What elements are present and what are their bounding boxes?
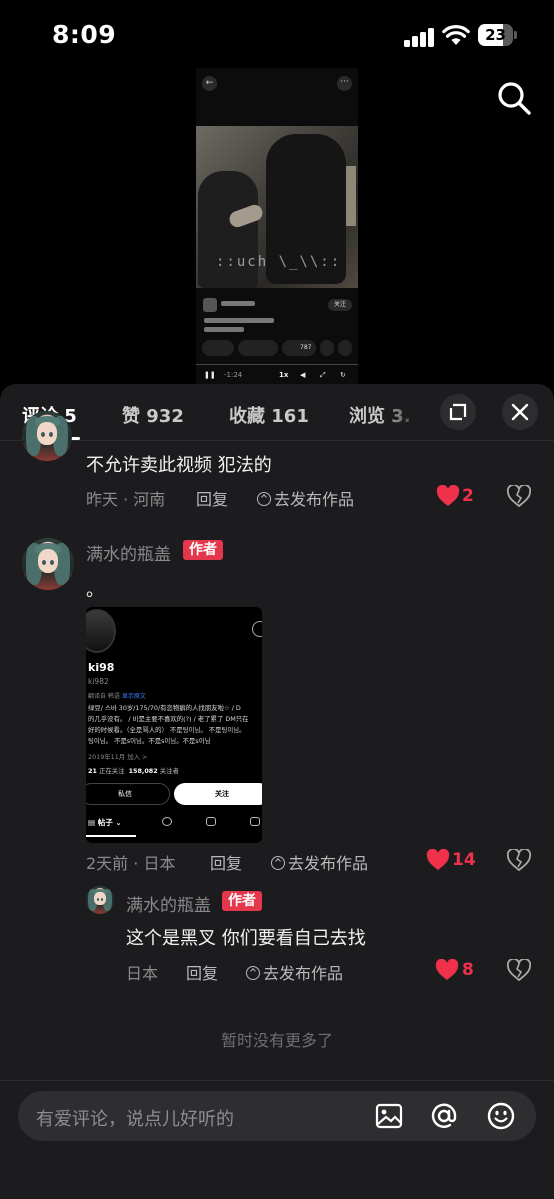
dislike-icon[interactable] bbox=[507, 849, 531, 871]
comment-avatar[interactable] bbox=[22, 538, 74, 590]
bio-line: 的几乎没有。 / 비是主要不喜欢的(?) / 老了累了 DM只在 bbox=[88, 715, 249, 723]
pause-icon[interactable]: ❚❚ bbox=[204, 371, 216, 379]
bio-line: 绿豆/ 스바 30岁/175/70/有恋物癖的人找朋友啦☆ / D bbox=[88, 704, 241, 712]
search-icon[interactable] bbox=[496, 80, 532, 116]
comment-text: 不允许卖此视频 犯法的 bbox=[86, 455, 272, 476]
heart-icon[interactable] bbox=[436, 485, 460, 507]
emoji-icon[interactable] bbox=[486, 1101, 516, 1131]
video-author-avatar bbox=[203, 298, 217, 312]
speed-button[interactable]: 1x bbox=[279, 371, 288, 379]
more-icon[interactable]: ··· bbox=[337, 76, 352, 91]
media-tab-icon bbox=[250, 817, 260, 826]
tab-favorites[interactable]: 收藏 161 bbox=[229, 402, 309, 428]
publish-button[interactable]: 去发布作品 bbox=[246, 960, 343, 984]
joined-date: 2019年11月 加入 > bbox=[88, 753, 148, 761]
comment-tab-icon bbox=[162, 817, 172, 826]
publish-icon bbox=[257, 492, 271, 506]
reply-avatar[interactable] bbox=[86, 886, 114, 914]
video-preview[interactable]: ← ··· ::uch \_\\:: 关注 787 ❚❚ -1:24 1x ◀ … bbox=[196, 68, 358, 386]
wifi-icon bbox=[442, 25, 470, 45]
tab-posts: ▤ 帖子 ⌄ bbox=[88, 818, 122, 827]
image-icon[interactable] bbox=[374, 1101, 404, 1131]
volume-icon[interactable]: ◀ bbox=[300, 371, 305, 379]
publish-label: 去发布作品 bbox=[274, 490, 355, 509]
comment-meta: 2天前 · 日本 bbox=[86, 854, 176, 873]
dm-button: 私信 bbox=[86, 783, 170, 805]
publish-label: 去发布作品 bbox=[263, 964, 344, 983]
profile-avatar bbox=[86, 609, 116, 653]
status-bar: 8:09 23 bbox=[0, 0, 554, 70]
expand-button[interactable] bbox=[440, 394, 476, 430]
video-share-count: 787 bbox=[300, 344, 312, 351]
bio-line: 팅이님。 不是s이님。不是s이님。不是s이님 bbox=[88, 737, 211, 745]
dislike-icon[interactable] bbox=[507, 959, 531, 981]
expand-icon bbox=[449, 403, 467, 421]
repost-tab-icon bbox=[206, 817, 216, 826]
close-button[interactable] bbox=[502, 394, 538, 430]
comment-sheet: 评论 5 赞 932 收藏 161 浏览 3. 不允许卖此视频 犯法的 昨天 ·… bbox=[0, 384, 554, 1199]
publish-button[interactable]: 去发布作品 bbox=[271, 850, 368, 874]
comment-author[interactable]: 满水的瓶盖 bbox=[86, 540, 171, 565]
video-follow-button[interactable]: 关注 bbox=[328, 299, 352, 311]
comment-text: 这个是黑叉 你们要看自己去找 bbox=[126, 928, 366, 949]
battery-level: 23 bbox=[485, 26, 506, 44]
comment-image[interactable]: ki98 ki982 翻译自 韩语 显示原文 绿豆/ 스바 30岁/175/70… bbox=[86, 607, 262, 843]
follow-button: 关注 bbox=[174, 783, 262, 805]
comment-input[interactable]: 有爱评论，说点儿好听的 bbox=[18, 1091, 536, 1141]
heart-icon[interactable] bbox=[435, 959, 459, 981]
loop-icon[interactable]: ↻ bbox=[340, 371, 346, 379]
like-count: 2 bbox=[462, 486, 474, 506]
heart-icon[interactable] bbox=[426, 849, 450, 871]
signal-icon bbox=[404, 27, 436, 47]
video-watermark: ::uch \_\\:: bbox=[216, 254, 342, 270]
reply-button[interactable]: 回复 bbox=[210, 850, 242, 874]
video-action-row: 787 bbox=[202, 340, 352, 356]
status-time: 8:09 bbox=[52, 20, 117, 49]
video-frame: ::uch \_\\:: bbox=[196, 126, 358, 288]
battery-icon: 23 bbox=[478, 24, 518, 46]
mention-icon[interactable] bbox=[429, 1101, 459, 1131]
no-more-text: 暂时没有更多了 bbox=[220, 1031, 333, 1050]
reply-button[interactable]: 回复 bbox=[186, 960, 218, 984]
comment-avatar[interactable] bbox=[22, 411, 72, 461]
comment-text: 。 bbox=[86, 580, 104, 601]
tabs-bar: 评论 5 赞 932 收藏 161 浏览 3. bbox=[0, 384, 554, 441]
dislike-icon[interactable] bbox=[507, 485, 531, 507]
comment-meta: 昨天 · 河南 bbox=[86, 490, 166, 509]
back-icon[interactable]: ← bbox=[202, 76, 217, 91]
publish-icon bbox=[271, 856, 285, 870]
tab-likes[interactable]: 赞 932 bbox=[122, 402, 184, 428]
video-controls: ❚❚ -1:24 1x ◀ ⤢ ↻ bbox=[196, 364, 358, 386]
fullscreen-icon[interactable]: ⤢ bbox=[320, 371, 326, 380]
author-badge: 作者 bbox=[222, 891, 262, 911]
video-time: -1:24 bbox=[224, 371, 243, 379]
author-badge: 作者 bbox=[183, 540, 223, 560]
publish-button[interactable]: 去发布作品 bbox=[257, 486, 354, 510]
share-icon bbox=[252, 621, 262, 637]
comment-input-bar: 有爱评论，说点儿好听的 bbox=[0, 1080, 554, 1199]
translate-note: 翻译自 韩语 显示原文 bbox=[88, 693, 146, 700]
bio-line: 好的时候看。（全是骂人的） 不是팅이님。 不是팅이님。 bbox=[88, 726, 246, 734]
like-count: 8 bbox=[462, 960, 474, 980]
publish-icon bbox=[246, 966, 260, 980]
like-count: 14 bbox=[452, 850, 476, 870]
reply-button[interactable]: 回复 bbox=[196, 486, 228, 510]
comment-author[interactable]: 满水的瓶盖 bbox=[126, 891, 211, 916]
profile-handle: ki982 bbox=[88, 677, 109, 686]
profile-name: ki98 bbox=[88, 661, 115, 674]
comment-meta: 日本 bbox=[126, 964, 159, 983]
profile-stats: 21 正在关注 158,082 关注者 bbox=[88, 767, 179, 775]
publish-label: 去发布作品 bbox=[288, 854, 369, 873]
comment-input-placeholder: 有爱评论，说点儿好听的 bbox=[36, 1109, 234, 1130]
profile-tabs: ▤ 帖子 ⌄ bbox=[86, 813, 262, 837]
close-icon bbox=[511, 403, 529, 421]
